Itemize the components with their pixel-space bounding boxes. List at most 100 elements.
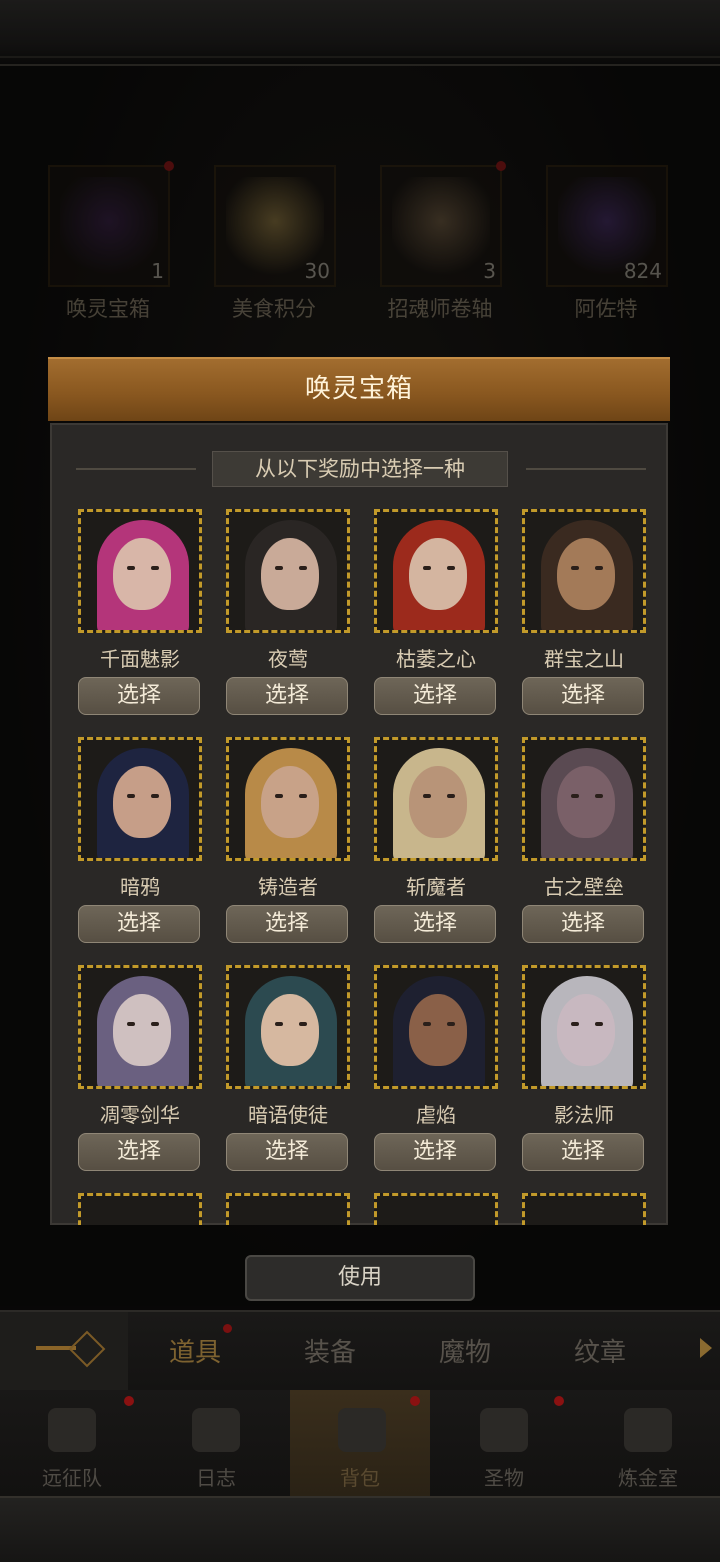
journal-icon xyxy=(192,1408,240,1452)
chevron-right-icon[interactable] xyxy=(700,1338,712,1358)
item-label: 美食积分 xyxy=(232,297,316,321)
nav-backpack[interactable]: 背包 xyxy=(290,1390,430,1496)
select-button[interactable]: 选择 xyxy=(522,677,644,715)
notification-dot xyxy=(410,1396,420,1406)
hero-name: 暗鸦 xyxy=(120,875,160,899)
tab-label: 道具 xyxy=(168,1338,221,1368)
nav-label: 圣物 xyxy=(484,1466,524,1490)
inventory-slot-food-points[interactable]: 30 xyxy=(214,165,336,287)
hero-face xyxy=(409,994,467,1066)
hero-face xyxy=(557,766,615,838)
inventory-slot-azoth[interactable]: 824 xyxy=(546,165,668,287)
select-button[interactable]: 选择 xyxy=(226,1133,348,1171)
tab-equipment[interactable]: 装备 xyxy=(275,1332,385,1369)
item-label: 阿佐特 xyxy=(574,297,638,321)
hero-eye xyxy=(595,1022,603,1026)
hero-portrait[interactable] xyxy=(226,737,350,861)
relic-icon xyxy=(480,1408,528,1452)
hero-portrait[interactable] xyxy=(78,737,202,861)
tab-label: 装备 xyxy=(303,1338,356,1368)
hero-eye xyxy=(151,794,159,798)
select-button[interactable]: 选择 xyxy=(374,905,496,943)
hero-eye xyxy=(299,1022,307,1026)
nav-label: 日志 xyxy=(196,1466,236,1490)
hero-eye xyxy=(423,794,431,798)
hero-portrait[interactable] xyxy=(226,965,350,1089)
tab-label: 纹章 xyxy=(573,1338,626,1368)
notification-dot xyxy=(554,1396,564,1406)
hero-face xyxy=(261,994,319,1066)
tab-items[interactable]: 道具 xyxy=(140,1324,250,1369)
item-count: 3 xyxy=(483,259,496,283)
select-button[interactable]: 选择 xyxy=(78,905,200,943)
category-bar: 道具 装备 魔物 纹章 xyxy=(0,1310,720,1390)
hero-face xyxy=(261,538,319,610)
hero-portrait[interactable] xyxy=(78,509,202,633)
select-button[interactable]: 选择 xyxy=(226,905,348,943)
hero-eye xyxy=(151,1022,159,1026)
nav-relics[interactable]: 圣物 xyxy=(432,1390,576,1496)
hero-portrait-partial xyxy=(522,1193,646,1225)
tab-monsters[interactable]: 魔物 xyxy=(410,1332,520,1369)
hero-portrait-partial xyxy=(226,1193,350,1225)
nav-label: 远征队 xyxy=(42,1466,102,1490)
hero-portrait[interactable] xyxy=(374,965,498,1089)
use-button[interactable]: 使用 xyxy=(245,1255,475,1301)
backpack-icon xyxy=(338,1408,386,1452)
nav-label: 背包 xyxy=(340,1466,380,1490)
select-button[interactable]: 选择 xyxy=(522,1133,644,1171)
hero-name: 枯萎之心 xyxy=(396,647,476,671)
select-button[interactable]: 选择 xyxy=(374,677,496,715)
hero-eye xyxy=(447,1022,455,1026)
hero-eye xyxy=(423,1022,431,1026)
hero-portrait-partial xyxy=(374,1193,498,1225)
hero-eye xyxy=(447,566,455,570)
hero-name: 斩魔者 xyxy=(406,875,466,899)
inventory-slot-scroll[interactable]: 3 xyxy=(380,161,506,287)
hero-portrait[interactable] xyxy=(522,965,646,1089)
hero-face xyxy=(113,766,171,838)
hero-eye xyxy=(299,794,307,798)
hero-eye xyxy=(571,794,579,798)
nav-journal[interactable]: 日志 xyxy=(144,1390,288,1496)
select-button[interactable]: 选择 xyxy=(374,1133,496,1171)
hero-portrait[interactable] xyxy=(522,737,646,861)
dialog-title: 唤灵宝箱 xyxy=(48,357,670,421)
tab-emblems[interactable]: 纹章 xyxy=(545,1332,655,1369)
inventory-row: 1 唤灵宝箱 30 美食积分 3 招魂师卷轴 824 阿佐特 xyxy=(0,161,720,325)
helmet-icon xyxy=(48,1408,96,1452)
nav-alchemy[interactable]: 炼金室 xyxy=(576,1390,720,1496)
hero-name: 夜莺 xyxy=(268,647,308,671)
hero-eye xyxy=(595,566,603,570)
hero-eye xyxy=(423,566,431,570)
select-button[interactable]: 选择 xyxy=(78,1133,200,1171)
hero-portrait[interactable] xyxy=(522,509,646,633)
hero-face xyxy=(557,538,615,610)
item-count: 30 xyxy=(304,259,330,283)
nav-label: 炼金室 xyxy=(618,1466,678,1490)
chest-icon xyxy=(60,177,158,275)
scroll-icon xyxy=(392,177,490,275)
hero-portrait[interactable] xyxy=(374,737,498,861)
item-count: 1 xyxy=(151,259,164,283)
hero-portrait[interactable] xyxy=(78,965,202,1089)
item-label: 招魂师卷轴 xyxy=(387,297,493,321)
select-button[interactable]: 选择 xyxy=(226,677,348,715)
hero-name: 虐焰 xyxy=(416,1103,456,1127)
category-back-button[interactable] xyxy=(0,1312,128,1390)
select-button[interactable]: 选择 xyxy=(522,905,644,943)
diamond-icon xyxy=(68,1330,106,1368)
hero-portrait[interactable] xyxy=(374,509,498,633)
hero-name: 凋零剑华 xyxy=(100,1103,180,1127)
alchemy-icon xyxy=(624,1408,672,1452)
item-label: 唤灵宝箱 xyxy=(66,297,150,321)
dialog-body: 从以下奖励中选择一种 千面魅影 选择 夜莺 选择 枯萎之心 选择 群宝之山 选择 暗鸦 选择 铸造者… xyxy=(50,423,668,1225)
reward-dialog: 唤灵宝箱 从以下奖励中选择一种 千面魅影 选择 夜莺 选择 枯萎之心 选择 群宝之山 选择 暗鸦… xyxy=(48,357,670,1227)
nav-expedition[interactable]: 远征队 xyxy=(0,1390,144,1496)
hero-portrait[interactable] xyxy=(226,509,350,633)
select-button[interactable]: 选择 xyxy=(78,677,200,715)
hero-name: 古之壁垒 xyxy=(544,875,624,899)
hero-eye xyxy=(275,566,283,570)
inventory-slot-chest[interactable]: 1 xyxy=(48,161,174,287)
notification-dot xyxy=(164,161,174,171)
